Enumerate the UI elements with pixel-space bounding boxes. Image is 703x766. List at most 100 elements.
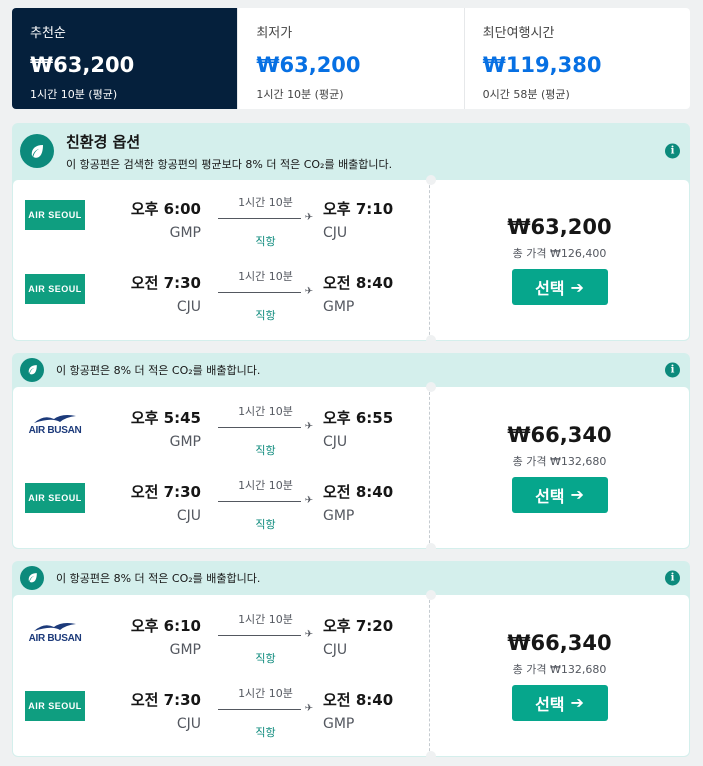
sort-tab-price: ₩63,200 [30, 53, 135, 77]
arrival-time: 오후 6:55 [323, 409, 394, 427]
sort-tab-fastest[interactable]: 최단여행시간 ₩119,380 0시간 58분 (평균) [465, 8, 690, 109]
airline-logo: AIR SEOUL [25, 274, 85, 304]
arrival-time: 오전 8:40 [323, 274, 394, 292]
return-leg: AIR SEOUL 오전 7:30 CJU 1시간 10분 ✈ 직항 오전 8:… [13, 687, 429, 749]
ticket-notch [426, 590, 436, 600]
select-button[interactable]: 선택 ➔ [511, 476, 608, 513]
price: ₩66,340 [507, 422, 612, 447]
plane-icon: ✈ [304, 286, 313, 297]
plane-icon: ✈ [304, 421, 313, 432]
result-card[interactable]: 이 항공편은 8% 더 적은 CO₂를 배출합니다. i AIR BUSAN 오… [12, 561, 690, 761]
sort-tab-price: ₩63,200 [256, 53, 361, 77]
info-icon[interactable]: i [665, 143, 680, 159]
outbound-leg: AIR BUSAN 오후 6:10 GMP 1시간 10분 ✈ 직항 오후 7:… [13, 613, 429, 675]
info-icon[interactable]: i [665, 362, 680, 377]
departure-time: 오후 6:10 [130, 617, 201, 635]
itinerary: AIR BUSAN 오후 5:45 GMP 1시간 10분 ✈ 직항 오후 6:… [13, 382, 689, 553]
total-price: 총 가격 ₩132,680 [512, 662, 607, 676]
sort-tab-best[interactable]: 추천순 ₩63,200 1시간 10분 (평균) [12, 8, 239, 109]
flight-duration: 1시간 10분 [238, 405, 293, 418]
sort-tab-label: 최저가 [256, 26, 293, 41]
arrival-time: 오전 8:40 [323, 691, 394, 709]
select-label: 선택 [535, 694, 565, 714]
leaf-icon [20, 134, 54, 168]
sort-tab-duration: 1시간 10분 (평균) [30, 88, 118, 101]
price-panel: ₩63,200 총 가격 ₩126,400 선택 ➔ [430, 180, 689, 340]
eco-description: 이 항공편은 8% 더 적은 CO₂를 배출합니다. [56, 571, 261, 585]
itinerary-legs: AIR SEOUL 오후 6:00 GMP 1시간 10분 ✈ 직항 오후 7:… [13, 180, 430, 340]
departure-time: 오전 7:30 [130, 691, 201, 709]
outbound-leg: AIR BUSAN 오후 5:45 GMP 1시간 10분 ✈ 직항 오후 6:… [13, 405, 429, 467]
stops-label: 직항 [255, 444, 276, 457]
itinerary-legs: AIR BUSAN 오후 5:45 GMP 1시간 10분 ✈ 직항 오후 6:… [13, 387, 430, 548]
sort-tab-cheapest[interactable]: 최저가 ₩63,200 1시간 10분 (평균) [238, 8, 465, 109]
ticket-notch [426, 335, 436, 345]
select-label: 선택 [535, 486, 565, 506]
eco-description: 이 항공편은 검색한 항공편의 평균보다 8% 더 적은 CO₂를 배출합니다. [66, 157, 393, 171]
select-button[interactable]: 선택 ➔ [511, 684, 608, 721]
stops-label: 직항 [255, 235, 276, 248]
leaf-icon [20, 357, 44, 382]
itinerary: AIR BUSAN 오후 6:10 GMP 1시간 10분 ✈ 직항 오후 7:… [13, 590, 689, 761]
sort-tab-label: 추천순 [30, 26, 66, 41]
arrival-airport: GMP [323, 508, 355, 524]
info-icon[interactable]: i [665, 570, 680, 585]
itinerary-legs: AIR BUSAN 오후 6:10 GMP 1시간 10분 ✈ 직항 오후 7:… [13, 595, 430, 756]
stops-label: 직항 [255, 726, 276, 739]
arrival-time: 오후 7:10 [323, 200, 394, 218]
arrival-time: 오후 7:20 [323, 617, 394, 635]
departure-airport: CJU [176, 508, 201, 524]
departure-airport: CJU [176, 299, 201, 315]
arrow-right-icon: ➔ [570, 485, 584, 504]
flight-duration: 1시간 10분 [238, 479, 293, 492]
price-panel: ₩66,340 총 가격 ₩132,680 선택 ➔ [430, 387, 689, 548]
itinerary: AIR SEOUL 오후 6:00 GMP 1시간 10분 ✈ 직항 오후 7:… [13, 175, 689, 345]
departure-airport: GMP [169, 225, 201, 241]
plane-icon: ✈ [304, 703, 313, 714]
ticket-notch [426, 382, 436, 392]
departure-time: 오후 6:00 [130, 200, 201, 218]
total-price: 총 가격 ₩132,680 [512, 454, 607, 468]
plane-icon: ✈ [304, 212, 313, 223]
arrival-airport: CJU [323, 225, 348, 241]
flight-duration: 1시간 10분 [238, 613, 293, 626]
sort-tab-duration: 0시간 58분 (평균) [482, 88, 570, 101]
eco-title: 친환경 옵션 [66, 132, 141, 151]
ticket-notch [426, 175, 436, 185]
sort-tab-price: ₩119,380 [482, 53, 602, 77]
flight-duration: 1시간 10분 [238, 687, 293, 700]
airline-logo: AIR BUSAN [25, 617, 85, 647]
select-button[interactable]: 선택 ➔ [511, 269, 608, 305]
arrival-airport: CJU [323, 434, 348, 450]
total-price: 총 가격 ₩126,400 [512, 247, 607, 260]
plane-icon: ✈ [304, 629, 313, 640]
departure-airport: GMP [169, 642, 201, 658]
sort-tab-label: 최단여행시간 [482, 26, 555, 41]
price: ₩66,340 [507, 630, 612, 655]
arrival-airport: GMP [323, 716, 355, 732]
eco-banner: 이 항공편은 8% 더 적은 CO₂를 배출합니다. i [12, 561, 690, 594]
leaf-icon [20, 565, 44, 590]
arrival-airport: GMP [323, 299, 355, 315]
airline-logo: AIR SEOUL [25, 200, 85, 230]
airline-logo: AIR SEOUL [25, 691, 85, 721]
outbound-leg: AIR SEOUL 오후 6:00 GMP 1시간 10분 ✈ 직항 오후 7:… [13, 196, 429, 258]
arrow-right-icon: ➔ [570, 693, 584, 712]
result-card[interactable]: 이 항공편은 8% 더 적은 CO₂를 배출합니다. i AIR BUSAN 오… [12, 353, 690, 553]
ticket-notch [426, 543, 436, 553]
departure-time: 오전 7:30 [130, 274, 201, 292]
eco-banner: 친환경 옵션 이 항공편은 검색한 항공편의 평균보다 8% 더 적은 CO₂를… [12, 123, 690, 179]
stops-label: 직항 [255, 518, 276, 531]
departure-time: 오후 5:45 [130, 409, 201, 427]
price-panel: ₩66,340 총 가격 ₩132,680 선택 ➔ [430, 595, 689, 756]
arrival-time: 오전 8:40 [323, 483, 394, 501]
arrow-right-icon: ➔ [570, 277, 584, 297]
eco-banner: 이 항공편은 8% 더 적은 CO₂를 배출합니다. i [12, 353, 690, 386]
result-card[interactable]: 친환경 옵션 이 항공편은 검색한 항공편의 평균보다 8% 더 적은 CO₂를… [12, 123, 690, 345]
eco-description: 이 항공편은 8% 더 적은 CO₂를 배출합니다. [56, 363, 261, 377]
stops-label: 직항 [255, 652, 276, 665]
sort-tab-duration: 1시간 10분 (평균) [256, 88, 344, 101]
arrival-airport: CJU [323, 642, 348, 658]
flight-duration: 1시간 10분 [238, 270, 293, 283]
airline-logo: AIR SEOUL [25, 483, 85, 513]
